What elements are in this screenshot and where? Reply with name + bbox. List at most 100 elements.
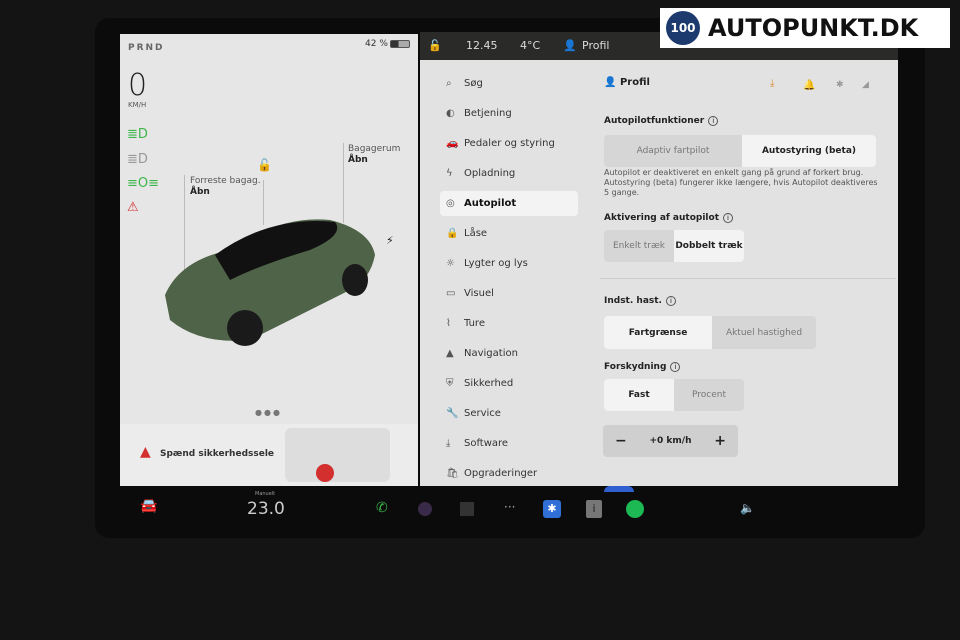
download-icon[interactable]: ⤓ — [770, 78, 774, 89]
charge-port-icon[interactable]: ⚡ — [386, 234, 394, 247]
set-speed-title: Indst. hast. i — [604, 296, 676, 306]
divider — [600, 278, 896, 279]
option-adaptive-cruise[interactable]: Adaptiv fartpilot — [604, 135, 742, 167]
seatbelt-warning-seat-icon — [316, 464, 334, 482]
profile-button[interactable]: 👤 Profil — [604, 77, 650, 88]
parking-light-icon: ≡O≡ — [127, 176, 160, 191]
sidebar-item-sikkerhed[interactable]: ⛨ Sikkerhed — [440, 371, 578, 396]
gear-selector: PRND — [128, 43, 165, 53]
info-icon[interactable]: i — [670, 362, 681, 372]
battery-percent: 42 % — [365, 39, 388, 49]
phone-icon[interactable]: ✆ — [376, 500, 388, 516]
lock-icon[interactable]: 🔓 — [428, 39, 442, 52]
cabin-temperature[interactable]: 23.0 — [247, 499, 285, 519]
toggle-icon: ◐ — [446, 108, 455, 119]
calendar-icon[interactable] — [460, 502, 474, 516]
seatbelt-icon: ⚠ — [127, 200, 139, 215]
signal-icon: ◢ — [862, 80, 869, 90]
sidebar-item-label: Visuel — [464, 288, 494, 299]
seatbelt-alert: ▲ Spænd sikkerhedssele — [120, 424, 418, 486]
front-trunk-label[interactable]: Forreste bagag. Åbn — [190, 176, 261, 198]
offset-value: +0 km/h — [649, 436, 692, 446]
clock: 12.45 — [466, 39, 498, 52]
sidebar-item-pedaler-og-styring[interactable]: 🚗 Pedaler og styring — [440, 131, 578, 156]
search-icon: ⌕ — [446, 78, 452, 89]
sidebar-item-label: Software — [464, 438, 509, 449]
title-text: Aktivering af autopilot — [604, 213, 720, 223]
navigation-icon: ▲ — [446, 348, 454, 359]
sidebar-item-låse[interactable]: 🔒 Låse — [440, 221, 578, 246]
sidebar-item-autopilot[interactable]: ◎ Autopilot — [440, 191, 578, 216]
offset-title: Forskydning i — [604, 362, 681, 372]
option-percent[interactable]: Procent — [674, 379, 744, 411]
front-trunk-open[interactable]: Åbn — [190, 187, 210, 197]
sidebar-item-navigation[interactable]: ▲ Navigation — [440, 341, 578, 366]
bluetooth-app-icon[interactable]: ✱ — [543, 500, 561, 518]
info-icon[interactable]: i — [708, 116, 719, 126]
option-current-speed[interactable]: Aktuel hastighed — [712, 316, 816, 349]
sidebar-item-software[interactable]: ⤓ Software — [440, 431, 578, 456]
spotify-icon[interactable] — [626, 500, 644, 518]
activation-segment: Enkelt træk Dobbelt træk — [604, 230, 744, 262]
sidebar-item-visuel[interactable]: ▭ Visuel — [440, 281, 578, 306]
profile-icon: 👤 — [563, 39, 577, 52]
download-icon: ⤓ — [446, 438, 451, 449]
option-single-pull[interactable]: Enkelt træk — [604, 230, 674, 262]
trunk-label[interactable]: Bagagerum Åbn — [348, 144, 400, 166]
title-text: Forskydning — [604, 362, 667, 372]
sidebar-item-label: Låse — [464, 228, 488, 239]
auto-headlight-icon: ≣D — [127, 152, 148, 167]
page-indicator[interactable]: ●●● — [255, 408, 282, 417]
sidebar-item-service[interactable]: 🔧 Service — [440, 401, 578, 426]
set-speed-segment: Fartgrænse Aktuel hastighed — [604, 316, 816, 349]
info-icon[interactable]: i — [665, 296, 676, 306]
wrench-icon: 🔧 — [446, 408, 459, 419]
manual-icon[interactable]: i — [586, 500, 602, 518]
offset-stepper: − +0 km/h + — [603, 425, 738, 457]
volume-icon[interactable]: 🔈 — [740, 501, 755, 515]
search-button[interactable]: ⌕ Søg — [440, 71, 578, 96]
decrease-button[interactable]: − — [615, 433, 627, 449]
camera-icon[interactable] — [418, 502, 432, 516]
sidebar-item-lygter-og-lys[interactable]: ☼ Lygter og lys — [440, 251, 578, 276]
profile-label: Profil — [619, 77, 650, 88]
option-autosteer[interactable]: Autostyring (beta) — [742, 135, 876, 167]
sidebar-item-ture[interactable]: ⌇ Ture — [440, 311, 578, 336]
trunk-open[interactable]: Åbn — [348, 155, 368, 165]
car-image — [165, 219, 375, 346]
bolt-icon: ϟ — [446, 168, 453, 179]
logo-badge: 100 — [666, 11, 700, 45]
title-text: Autopilotfunktioner — [604, 116, 705, 126]
option-fixed[interactable]: Fast — [604, 379, 674, 411]
sidebar-item-label: Pedaler og styring — [464, 138, 555, 149]
search-label: Søg — [464, 78, 483, 89]
status-profile[interactable]: Profil — [582, 39, 609, 52]
more-icon[interactable]: ··· — [504, 500, 515, 514]
trunk-text: Bagagerum — [348, 144, 401, 154]
sidebar-item-label: Navigation — [464, 348, 518, 359]
seat-map — [285, 428, 390, 482]
autopilot-description: Autopilot er deaktiveret en enkelt gang … — [604, 168, 878, 197]
sidebar-item-label: Autopilot — [464, 198, 517, 209]
sidebar-item-betjening[interactable]: ◐ Betjening — [440, 101, 578, 126]
activation-title: Aktivering af autopilot i — [604, 213, 734, 223]
option-double-pull[interactable]: Dobbelt træk — [674, 230, 744, 262]
autopilot-features-title: Autopilotfunktioner i — [604, 116, 719, 126]
warning-icon: ▲ — [140, 444, 151, 460]
unlock-icon[interactable]: 🔓 — [257, 158, 272, 172]
sidebar-item-opgraderinger[interactable]: 🛍 Opgraderinger — [440, 461, 578, 486]
bell-icon[interactable]: 🔔 — [803, 80, 815, 91]
option-speed-limit[interactable]: Fartgrænse — [604, 316, 712, 349]
bottom-dock: 🚘 Manuelt 23.0 ✆ ··· ✱ i 🔈 — [118, 491, 900, 532]
bag-icon: 🛍 — [446, 468, 459, 479]
headlight-icon: ≣D — [127, 127, 148, 142]
shield-icon: ⛨ — [446, 378, 454, 389]
info-icon[interactable]: i — [723, 213, 734, 223]
autopilot-features-segment: Adaptiv fartpilot Autostyring (beta) — [604, 135, 876, 167]
offset-segment: Fast Procent — [604, 379, 744, 411]
sidebar-item-opladning[interactable]: ϟ Opladning — [440, 161, 578, 186]
car-icon: 🚗 — [446, 138, 459, 149]
increase-button[interactable]: + — [714, 433, 726, 449]
sidebar-item-label: Opgraderinger — [464, 468, 538, 479]
car-icon[interactable]: 🚘 — [140, 498, 157, 514]
